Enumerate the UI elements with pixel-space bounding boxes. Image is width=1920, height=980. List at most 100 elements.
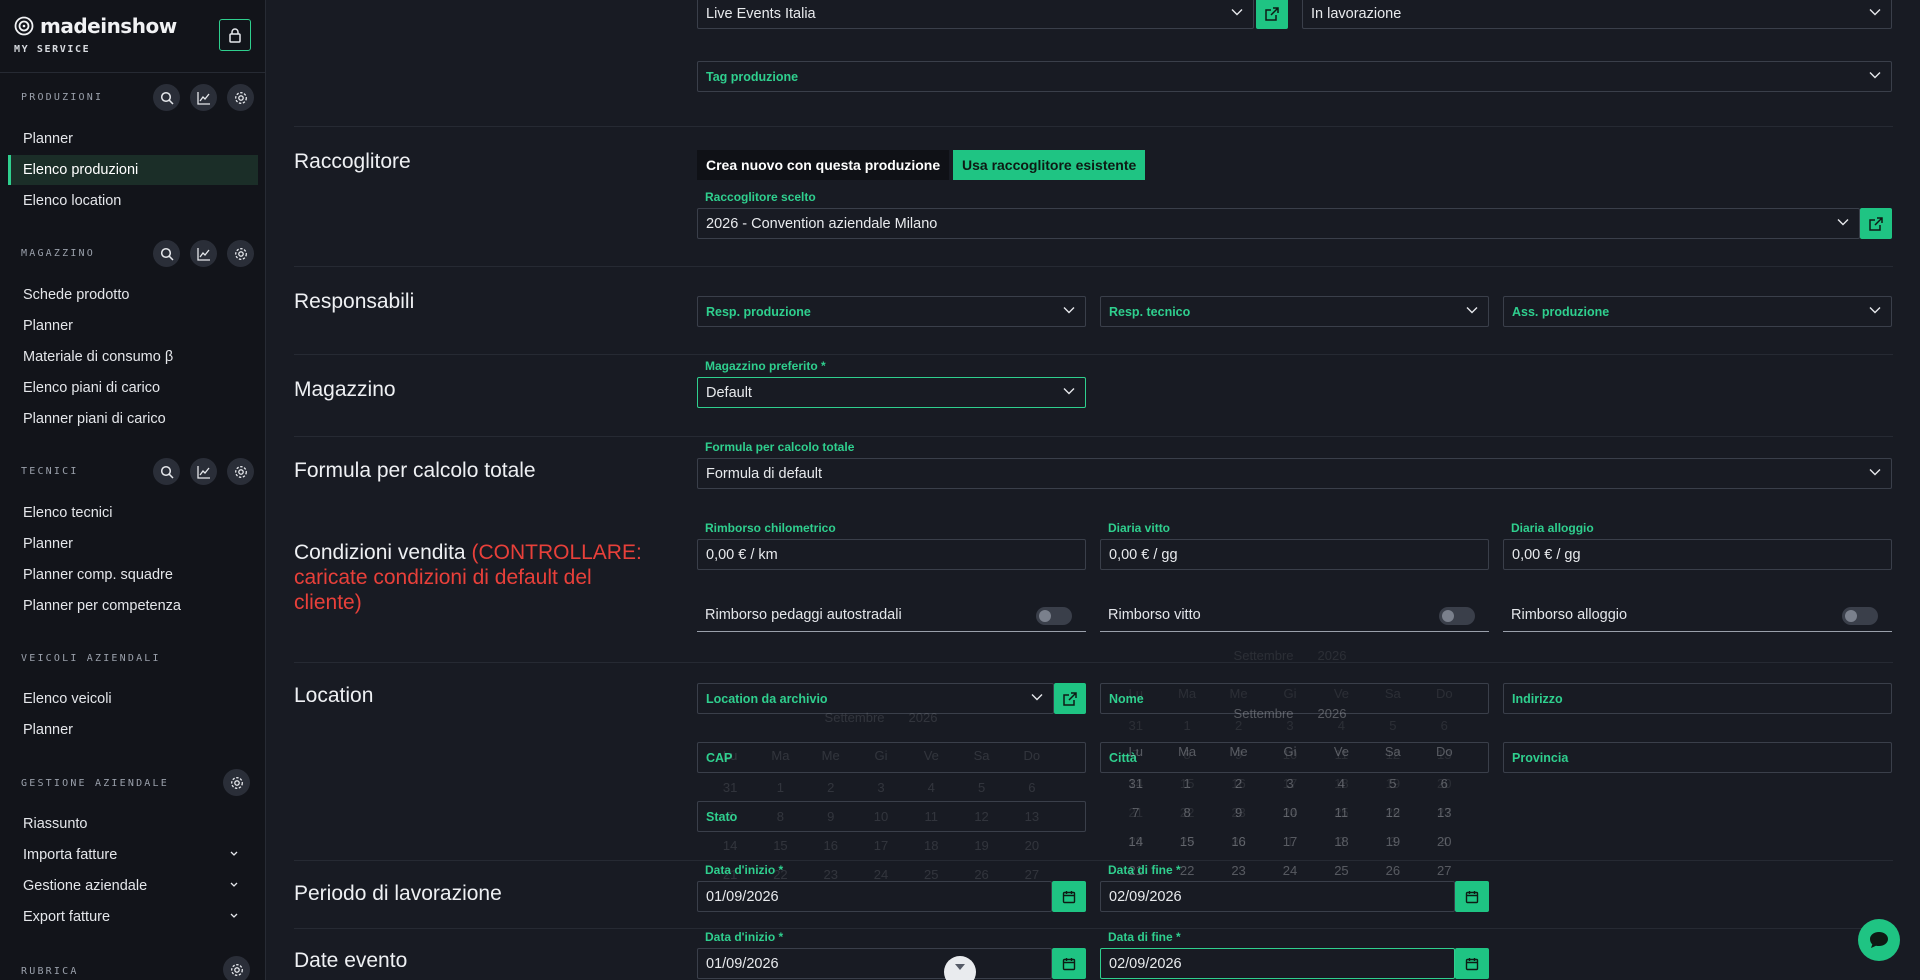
toggle-alloggio[interactable] [1842,607,1878,625]
calendar-day: 27 [1024,867,1040,882]
resp-tecnico-select[interactable]: Resp. tecnico [1100,296,1489,327]
ass-produzione-select[interactable]: Ass. produzione [1503,296,1892,327]
periodo-end-calendar-button[interactable] [1455,881,1489,912]
search-icon[interactable] [153,84,180,111]
calendar-day: 3 [877,780,885,795]
sidebar-item-schede-prodotto[interactable]: Schede prodotto [8,280,258,310]
chart-icon[interactable] [190,458,217,485]
sidebar-item-gestione-aziendale[interactable]: Gestione aziendale [8,871,258,901]
location-stato-label: Stato [706,809,738,824]
client-select[interactable]: Live Events Italia [697,0,1254,29]
location-archivio-select[interactable]: Location da archivio [697,683,1054,714]
section-title-periodo: Periodo di lavorazione [294,882,502,905]
section-rubrica: RUBRICA [21,966,79,977]
gear-icon[interactable] [223,956,250,980]
sidebar-item-materiale-consumo[interactable]: Materiale di consumo β [8,342,258,372]
gear-icon[interactable] [227,84,254,111]
sidebar-item-export-fatture[interactable]: Export fatture [8,902,258,932]
rimborso-km-input[interactable]: 0,00 € / km [697,539,1086,570]
app-root: madeinshow MY SERVICE PRODUZIONI Planner… [0,0,1920,980]
sidebar-item-planner-comp-squadre[interactable]: Planner comp. squadre [8,560,258,590]
calendar-day: 13 [1437,805,1452,820]
raccoglitore-select[interactable]: 2026 - Convention aziendale Milano [697,208,1860,239]
periodo-start-input[interactable]: 01/09/2026 [697,881,1052,912]
periodo-end-input[interactable]: 02/09/2026 [1100,881,1455,912]
toggle-pedaggi[interactable] [1036,607,1072,625]
sidebar-item-riassunto[interactable]: Riassunto [8,809,258,839]
sidebar-item-planner-magazzino[interactable]: Planner [8,311,258,341]
brand-logo[interactable]: madeinshow [14,14,177,38]
evento-end-calendar-button[interactable] [1455,948,1489,979]
gear-icon[interactable] [227,240,254,267]
formula-select[interactable]: Formula di default [697,458,1892,489]
section-title-formula: Formula per calcolo totale [294,459,536,482]
search-icon[interactable] [153,458,180,485]
sidebar-item-importa-fatture[interactable]: Importa fatture [8,840,258,870]
chevron-down-icon [230,882,238,887]
evento-end-input[interactable]: 02/09/2026 [1100,948,1455,979]
sidebar-item-planner-piani-carico[interactable]: Planner piani di carico [8,404,258,434]
calendar-day: 23 [1231,863,1246,878]
toggle-row-vitto: Rimborso vitto [1100,598,1489,632]
calendar-day: 14 [1128,776,1143,791]
chevron-down-icon [1837,219,1849,226]
chevron-down-icon [1869,72,1881,79]
chat-button[interactable] [1858,919,1900,961]
chart-icon[interactable] [190,84,217,111]
scroll-down-button[interactable] [944,956,976,980]
calendar-icon [1465,890,1479,903]
chevron-down-icon [1869,9,1881,16]
row-divider [294,266,1893,267]
location-provincia-input[interactable]: Provincia [1503,742,1892,773]
calendar-day: 23 [823,867,838,882]
calendar-day: 5 [977,780,986,795]
location-stato-input[interactable]: Stato [697,801,1086,832]
gear-icon[interactable] [223,769,250,796]
magazzino-select[interactable]: Default [697,377,1086,408]
sidebar-item-label: Export fatture [23,909,111,925]
status-select[interactable]: In lavorazione [1302,0,1892,29]
sidebar-item-planner-competenza[interactable]: Planner per competenza [8,591,258,621]
toggle-row-pedaggi: Rimborso pedaggi autostradali [697,598,1086,632]
sidebar-item-planner-tecnici[interactable]: Planner [8,529,258,559]
sidebar-item-elenco-location[interactable]: Elenco location [8,186,258,216]
sidebar-item-elenco-tecnici[interactable]: Elenco tecnici [8,498,258,528]
sidebar-item-planner-veicoli[interactable]: Planner [8,715,258,745]
search-icon[interactable] [153,240,180,267]
resp-produzione-select[interactable]: Resp. produzione [697,296,1086,327]
evento-start-calendar-button[interactable] [1052,948,1086,979]
sidebar-item-elenco-piani-carico[interactable]: Elenco piani di carico [8,373,258,403]
evento-start-input[interactable]: 01/09/2026 [697,948,1052,979]
option-existing-raccoglitore[interactable]: Usa raccoglitore esistente [953,150,1146,180]
sidebar-item-planner-produzioni[interactable]: Planner [8,124,258,154]
gear-icon[interactable] [227,458,254,485]
location-citta-input[interactable]: Città [1100,742,1489,773]
sidebar-item-elenco-produzioni[interactable]: Elenco produzioni [8,155,258,185]
calendar-day: 4 [1337,718,1346,733]
periodo-start-calendar-button[interactable] [1052,881,1086,912]
option-new-raccoglitore[interactable]: Crea nuovo con questa produzione [697,150,950,180]
sidebar-item-elenco-veicoli[interactable]: Elenco veicoli [8,684,258,714]
external-link-icon [1869,216,1883,231]
location-cap-input[interactable]: CAP [697,742,1086,773]
open-client-button[interactable] [1256,0,1288,29]
location-nome-input[interactable]: Nome [1100,683,1489,714]
diaria-vitto-input[interactable]: 0,00 € / gg [1100,539,1489,570]
periodo-start-label: Data d'inizio * [705,863,784,877]
row-divider [294,436,1893,437]
location-indirizzo-input[interactable]: Indirizzo [1503,683,1892,714]
chart-icon[interactable] [190,240,217,267]
open-location-button[interactable] [1054,683,1086,714]
tags-select[interactable]: Tag produzione [697,61,1892,92]
evento-start-label: Data d'inizio * [705,930,784,944]
tags-label: Tag produzione [706,69,799,84]
toggle-vitto[interactable] [1439,607,1475,625]
calendar-day: 19 [1385,834,1401,849]
calendar-day: 17 [1282,834,1298,849]
calendar-day: 3 [1389,834,1397,849]
diaria-alloggio-input[interactable]: 0,00 € / gg [1503,539,1892,570]
lock-button[interactable] [219,19,251,51]
calendar-day: 21 [1128,805,1143,820]
open-raccoglitore-button[interactable] [1860,208,1892,239]
section-title-date-evento: Date evento [294,949,408,972]
